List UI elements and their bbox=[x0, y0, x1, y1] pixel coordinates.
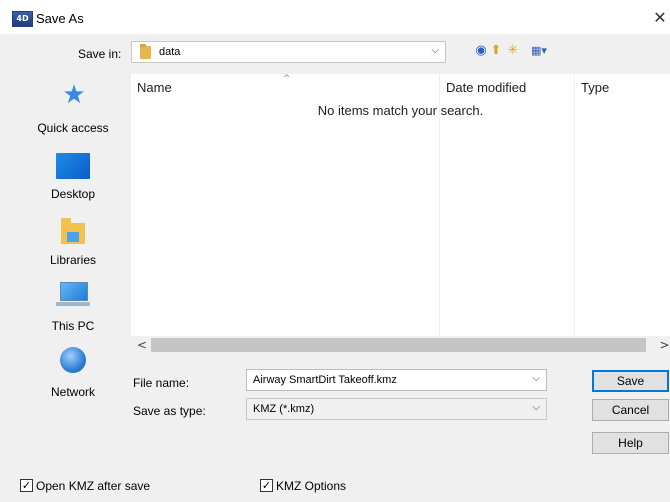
places-bar: ★ Quick access Desktop Libraries This PC… bbox=[20, 77, 126, 452]
empty-message: No items match your search. bbox=[317, 103, 484, 118]
column-header-date-modified[interactable]: Date modified bbox=[446, 80, 526, 95]
kmz-options-checkbox[interactable]: ✓ bbox=[260, 479, 273, 492]
save-in-value: data bbox=[159, 46, 181, 58]
chevron-down-icon[interactable]: ⌵ bbox=[532, 402, 540, 413]
column-header-type[interactable]: Type bbox=[581, 80, 609, 95]
computer-icon bbox=[56, 282, 90, 306]
save-button[interactable]: Save bbox=[592, 370, 669, 392]
back-icon[interactable]: ◉ bbox=[473, 43, 489, 59]
folder-icon bbox=[140, 44, 151, 59]
desktop-icon bbox=[56, 153, 90, 179]
file-list[interactable]: Name ^ Date modified Type No items match… bbox=[131, 74, 670, 354]
file-name-field[interactable]: Airway SmartDirt Takeoff.kmz ⌵ bbox=[246, 369, 547, 391]
view-menu-icon[interactable]: ▦▾ bbox=[526, 43, 552, 59]
save-in-label: Save in: bbox=[78, 47, 122, 61]
open-kmz-checkbox[interactable]: ✓ bbox=[20, 479, 33, 492]
sort-ascending-icon: ^ bbox=[283, 74, 291, 84]
new-folder-icon[interactable]: ✳ bbox=[505, 43, 521, 59]
chevron-down-icon[interactable]: ⌵ bbox=[431, 45, 439, 56]
app-icon: 4D bbox=[12, 11, 33, 27]
up-folder-icon[interactable]: ⬆ bbox=[488, 43, 504, 59]
scroll-left-icon[interactable]: < bbox=[135, 336, 149, 354]
libraries-icon bbox=[61, 218, 85, 244]
horizontal-scrollbar[interactable]: < > bbox=[131, 336, 670, 354]
chevron-down-icon[interactable]: ⌵ bbox=[532, 373, 540, 384]
place-label: This PC bbox=[51, 319, 95, 333]
cancel-button[interactable]: Cancel bbox=[592, 399, 669, 421]
network-icon bbox=[60, 347, 86, 373]
save-as-type-label: Save as type: bbox=[133, 404, 206, 418]
column-header-name[interactable]: Name bbox=[137, 80, 172, 95]
kmz-options-label[interactable]: KMZ Options bbox=[276, 479, 346, 493]
scrollbar-thumb[interactable] bbox=[151, 338, 646, 352]
place-network[interactable]: Network bbox=[20, 77, 126, 399]
save-in-combo[interactable]: data ⌵ bbox=[131, 41, 446, 63]
place-label: Desktop bbox=[50, 187, 96, 201]
open-kmz-label[interactable]: Open KMZ after save bbox=[36, 479, 150, 493]
save-as-type-value: KMZ (*.kmz) bbox=[253, 403, 315, 415]
file-name-value: Airway SmartDirt Takeoff.kmz bbox=[253, 374, 397, 386]
title-bar: 4D Save As ✕ bbox=[0, 0, 670, 34]
save-as-type-select[interactable]: KMZ (*.kmz) ⌵ bbox=[246, 398, 547, 420]
place-label: Libraries bbox=[49, 253, 97, 267]
scroll-right-icon[interactable]: > bbox=[659, 336, 670, 354]
file-name-label: File name: bbox=[133, 376, 190, 390]
close-icon[interactable]: ✕ bbox=[650, 6, 670, 30]
place-label: Network bbox=[50, 385, 95, 399]
help-button[interactable]: Help bbox=[592, 432, 669, 454]
window-title: Save As bbox=[36, 11, 84, 26]
save-as-dialog: 4D Save As ✕ Save in: data ⌵ ◉ ⬆ ✳ ▦▾ ★ … bbox=[0, 0, 670, 502]
